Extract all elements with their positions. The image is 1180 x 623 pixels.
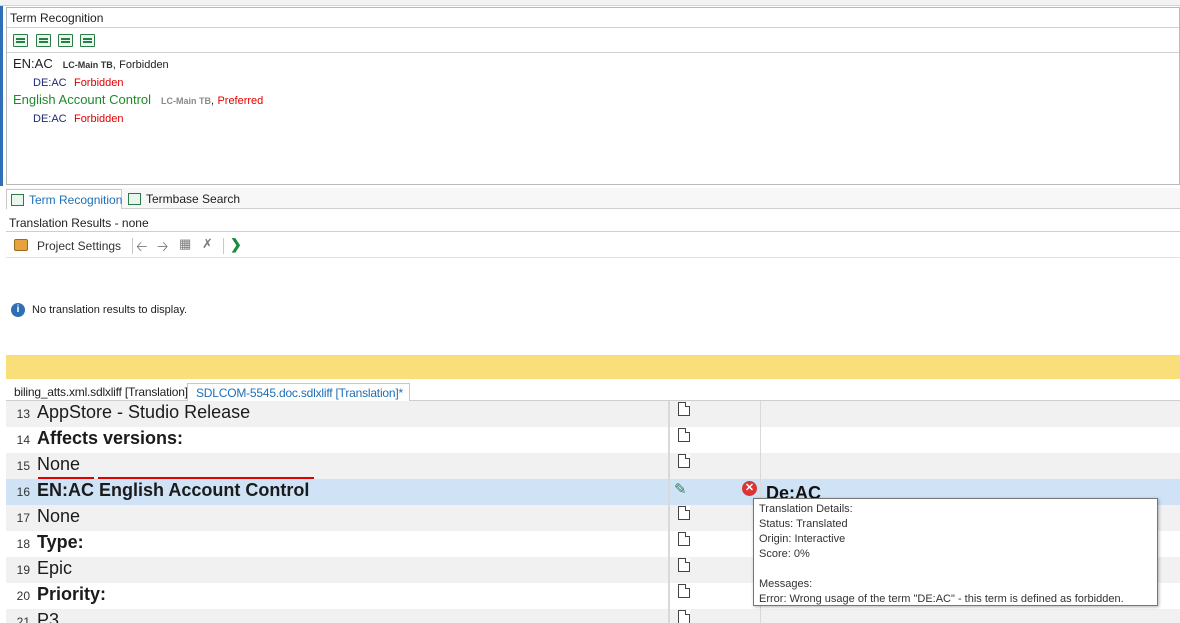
arrow-right-icon[interactable]: 🡢 xyxy=(157,236,168,260)
document-status-icon xyxy=(678,402,690,416)
clear-icon[interactable]: ✗ xyxy=(202,236,213,252)
segment-number: 13 xyxy=(16,407,30,421)
tooltip-origin: Origin: Interactive xyxy=(759,533,846,545)
term-status: Forbidden xyxy=(119,59,169,71)
termbase-name: LC-Main TB xyxy=(62,60,113,70)
error-icon[interactable]: ✕ xyxy=(742,481,757,496)
tab-term-recognition[interactable]: Term Recognition xyxy=(6,189,122,209)
document-status-icon xyxy=(678,532,690,546)
view-options-icon[interactable] xyxy=(13,34,28,47)
source-text[interactable]: EN:AC English Account Control xyxy=(37,480,309,501)
translation-details-tooltip: Translation Details: Status: Translated … xyxy=(753,498,1158,606)
source-text[interactable]: Priority: xyxy=(37,584,106,605)
tab-label: Term Recognition xyxy=(29,193,123,207)
document-status-icon xyxy=(678,506,690,520)
term-target-status: Forbidden xyxy=(73,77,124,89)
segment-number: 18 xyxy=(16,537,30,551)
translation-results-title: Translation Results - none xyxy=(6,212,1180,232)
termbase-settings-icon[interactable] xyxy=(58,34,73,47)
term-search-icon[interactable] xyxy=(80,34,95,47)
window-edge xyxy=(0,6,3,186)
source-text[interactable]: Affects versions: xyxy=(37,428,183,449)
toolbar-separator xyxy=(132,238,133,254)
source-text[interactable]: P3 xyxy=(37,610,59,623)
term-entry-target[interactable]: DE:AC Forbidden xyxy=(33,75,124,89)
source-text[interactable]: None xyxy=(37,506,80,527)
document-status-icon xyxy=(678,558,690,572)
segment-number: 17 xyxy=(16,511,30,525)
chevron-right-icon[interactable]: ❯ xyxy=(230,236,242,253)
info-icon: i xyxy=(11,303,25,317)
apply-translation-icon[interactable]: ▦ xyxy=(179,236,191,252)
tooltip-messages-heading: Messages: xyxy=(759,578,813,590)
tab-label: SDLCOM-5545.doc.sdlxliff [Translation]* xyxy=(196,386,403,400)
add-term-icon[interactable] xyxy=(36,34,51,47)
term-recognition-toolbar xyxy=(7,29,1179,53)
tab-label: Termbase Search xyxy=(146,192,241,206)
segment-number: 19 xyxy=(16,563,30,577)
tab-termbase-search[interactable]: Termbase Search xyxy=(124,189,244,209)
term-recognition-icon xyxy=(11,194,24,206)
document-status-icon xyxy=(678,454,690,468)
column-divider xyxy=(668,401,670,623)
segment-number: 15 xyxy=(16,459,30,473)
segment-number: 21 xyxy=(16,615,30,623)
toolbar-separator xyxy=(223,238,224,254)
status-bar xyxy=(6,355,1180,379)
term-list: EN:AC LC-Main TB, Forbidden DE:AC Forbidd… xyxy=(7,54,1179,184)
term-entry-source[interactable]: English Account Control LC-Main TB, Prefe… xyxy=(13,92,263,107)
project-settings-icon xyxy=(14,239,28,251)
segment-number: 16 xyxy=(16,485,30,499)
term-target: DE:AC xyxy=(33,77,67,89)
project-settings-button[interactable]: Project Settings xyxy=(37,239,121,253)
panel-tab-strip: Term Recognition Termbase Search xyxy=(6,188,1180,209)
segment-row[interactable]: 21 P3 xyxy=(6,609,1180,623)
arrow-left-icon[interactable]: 🡠 xyxy=(136,236,147,260)
tab-sdlcom-5545[interactable]: SDLCOM-5545.doc.sdlxliff [Translation]* xyxy=(187,383,410,401)
termbase-search-icon xyxy=(128,193,141,205)
source-text[interactable]: Epic xyxy=(37,558,72,579)
tooltip-heading: Translation Details: xyxy=(759,503,853,515)
term-target: DE:AC xyxy=(33,113,67,125)
term-recognition-title: Term Recognition xyxy=(7,8,1179,28)
segment-row[interactable]: 15 None xyxy=(6,453,1180,479)
source-text[interactable]: Type: xyxy=(37,532,84,553)
tooltip-status: Status: Translated xyxy=(759,518,848,530)
document-status-icon xyxy=(678,584,690,598)
tooltip-error: Error: Wrong usage of the term "DE:AC" -… xyxy=(759,593,1124,605)
top-divider xyxy=(0,0,1180,6)
separator: , xyxy=(211,95,215,107)
term-recognition-panel: Term Recognition EN:AC LC-Main TB, Forbid… xyxy=(6,7,1180,185)
tooltip-spacer xyxy=(759,562,1152,577)
source-text[interactable]: AppStore - Studio Release xyxy=(37,402,250,423)
document-status-icon xyxy=(678,428,690,442)
translation-results-toolbar: Project Settings 🡠 🡢 ▦ ✗ ❯ xyxy=(6,233,1180,258)
term-target-status: Forbidden xyxy=(73,113,124,125)
segment-number: 14 xyxy=(16,433,30,447)
edit-pencil-icon: ✎ xyxy=(674,481,687,498)
source-text[interactable]: None xyxy=(37,454,80,475)
term-entry-source[interactable]: EN:AC LC-Main TB, Forbidden xyxy=(13,56,169,71)
term-source: EN:AC xyxy=(13,56,53,71)
no-results-message: No translation results to display. xyxy=(32,304,188,316)
document-tab-strip: biling_atts.xml.sdlxliff [Translation] S… xyxy=(6,381,1180,401)
separator: , xyxy=(112,59,116,71)
segment-number: 20 xyxy=(16,589,30,603)
term-status: Preferred xyxy=(217,95,264,107)
document-status-icon xyxy=(678,610,690,623)
tab-label: biling_atts.xml.sdlxliff [Translation] xyxy=(14,385,188,399)
tooltip-score: Score: 0% xyxy=(759,548,810,560)
termbase-name: LC-Main TB xyxy=(161,96,212,106)
segment-row[interactable]: 13 AppStore - Studio Release xyxy=(6,401,1180,427)
tab-biling-atts[interactable]: biling_atts.xml.sdlxliff [Translation] xyxy=(6,383,194,401)
segment-row[interactable]: 14 Affects versions: xyxy=(6,427,1180,453)
term-source: English Account Control xyxy=(13,92,152,107)
term-entry-target[interactable]: DE:AC Forbidden xyxy=(33,111,124,125)
